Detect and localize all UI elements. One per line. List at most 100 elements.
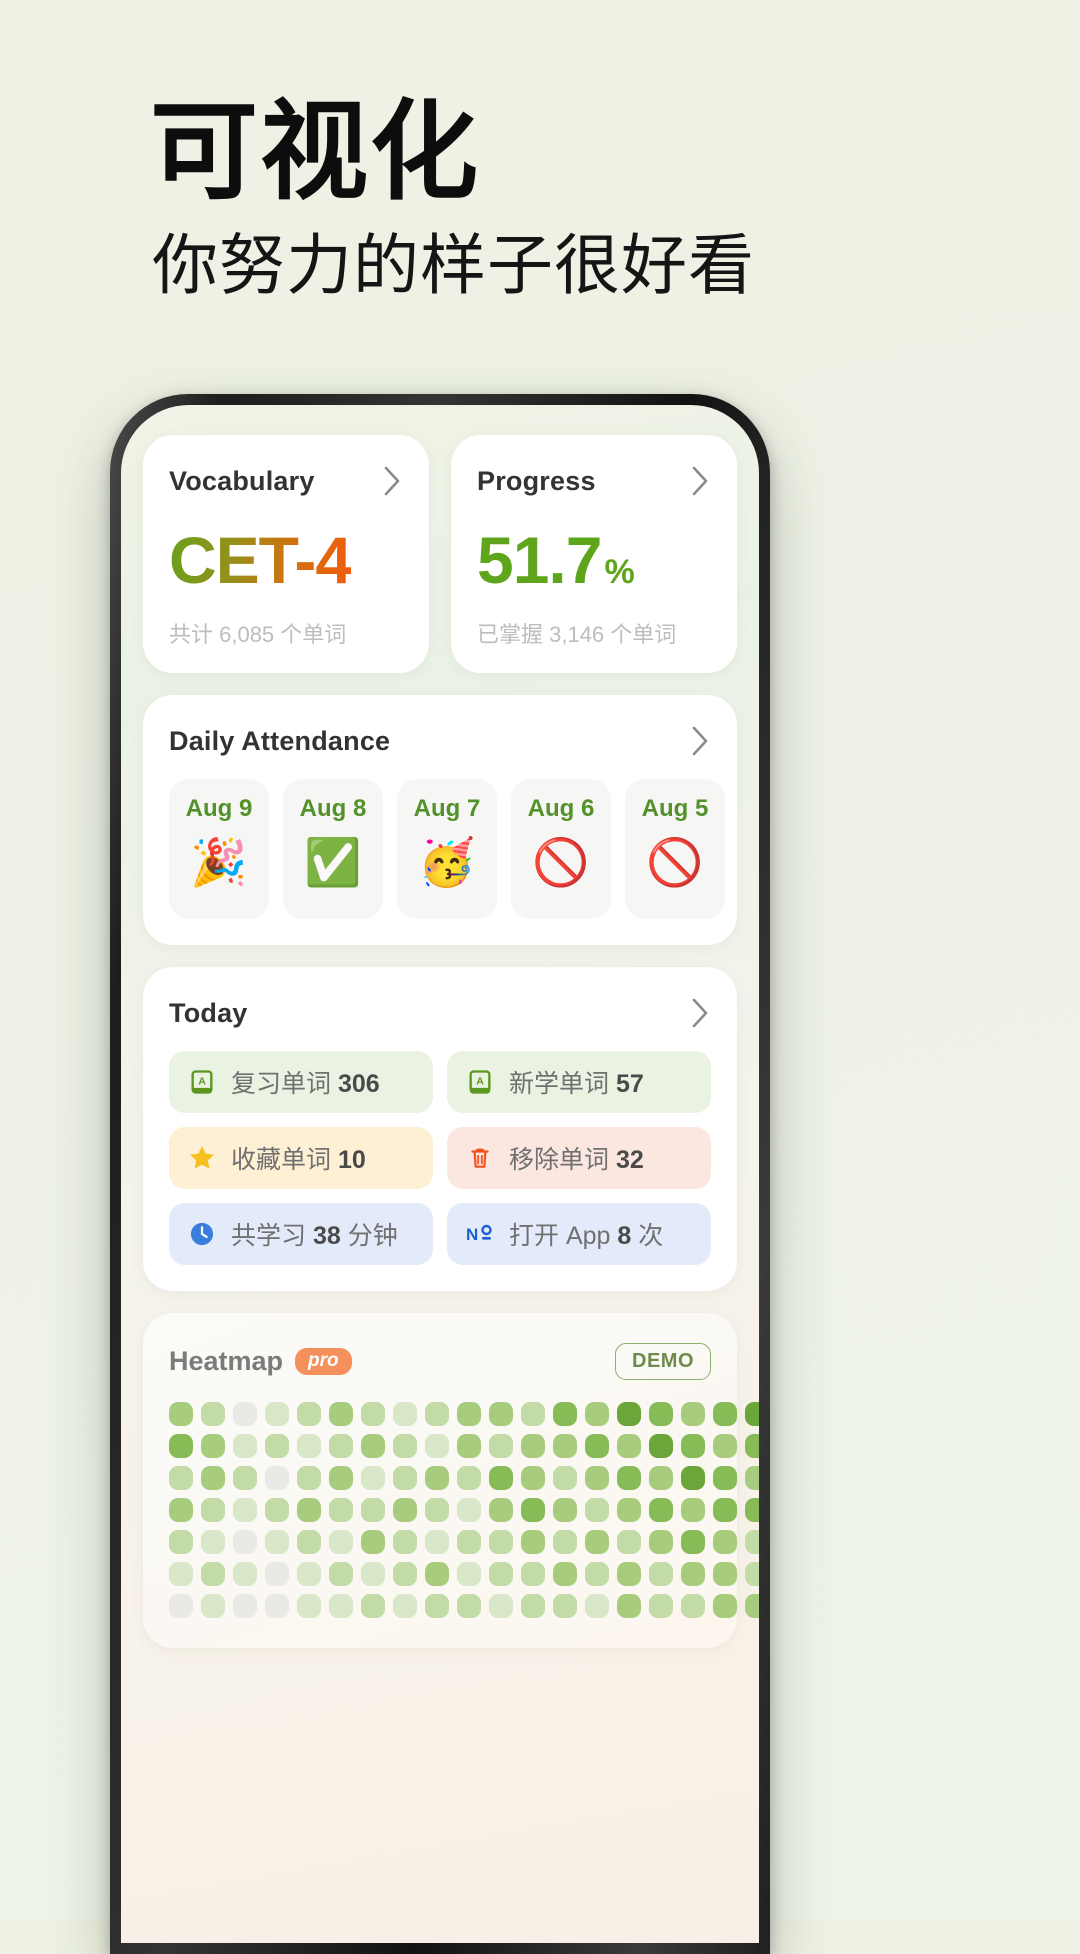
heatmap-cell: [617, 1530, 641, 1554]
heatmap-cell: [649, 1466, 673, 1490]
heatmap-column: [617, 1402, 641, 1618]
heatmap-grid: [169, 1402, 759, 1618]
heatmap-cell: [617, 1498, 641, 1522]
heatmap-cell: [297, 1530, 321, 1554]
vocabulary-card-header: Vocabulary: [169, 465, 403, 497]
daily-attendance-card[interactable]: Daily Attendance Aug 9 🎉 Aug 8 ✅ Aug 7 🥳 Aug 6…: [143, 695, 737, 945]
heatmap-cell: [233, 1594, 257, 1618]
heatmap-cell: [745, 1530, 759, 1554]
today-stat-chip[interactable]: A 复习单词 306: [169, 1051, 433, 1113]
heatmap-cell: [233, 1466, 257, 1490]
heatmap-cell: [265, 1594, 289, 1618]
heatmap-column: [713, 1402, 737, 1618]
heatmap-cell: [265, 1402, 289, 1426]
today-stat-chip[interactable]: 收藏单词 10: [169, 1127, 433, 1189]
heatmap-cell: [425, 1594, 449, 1618]
heatmap-cell: [553, 1530, 577, 1554]
heatmap-cell: [521, 1498, 545, 1522]
heatmap-column: [297, 1402, 321, 1618]
heatmap-cell: [553, 1434, 577, 1458]
heatmap-cell: [521, 1434, 545, 1458]
heatmap-card[interactable]: Heatmap pro DEMO: [143, 1313, 759, 1648]
heatmap-cell: [169, 1402, 193, 1426]
heatmap-cell: [585, 1562, 609, 1586]
heatmap-cell: [457, 1466, 481, 1490]
attendance-day-list: Aug 9 🎉 Aug 8 ✅ Aug 7 🥳 Aug 6 🚫 Aug 5 🚫: [169, 779, 725, 919]
today-stat-list: A 复习单词 306 A 新学单词 57 收藏单词 10 移除单词 32 共学习 38 分钟…: [169, 1051, 711, 1265]
heatmap-cell: [265, 1562, 289, 1586]
attendance-day-label: Aug 6: [527, 795, 595, 822]
today-stat-label: 移除单词 32: [509, 1146, 644, 1174]
heatmap-column: [169, 1402, 193, 1618]
today-stat-chip[interactable]: 共学习 38 分钟: [169, 1203, 433, 1265]
heatmap-cell: [297, 1498, 321, 1522]
demo-badge[interactable]: DEMO: [615, 1343, 711, 1380]
attendance-day[interactable]: Aug 7 🥳: [397, 779, 497, 919]
progress-percent-symbol: %: [604, 553, 634, 591]
heatmap-cell: [713, 1498, 737, 1522]
heatmap-cell: [585, 1402, 609, 1426]
heatmap-cell: [489, 1530, 513, 1554]
heatmap-cell: [745, 1594, 759, 1618]
heatmap-cell: [585, 1434, 609, 1458]
vocabulary-value: CET-4: [169, 527, 403, 593]
heatmap-cell: [553, 1562, 577, 1586]
chevron-right-icon[interactable]: [691, 725, 711, 757]
vocabulary-card[interactable]: Vocabulary CET-4 共计 6,085 个单词: [143, 435, 429, 673]
heatmap-cell: [521, 1562, 545, 1586]
heatmap-cell: [201, 1562, 225, 1586]
trash-icon: [465, 1143, 495, 1173]
phone-mockup: Vocabulary CET-4 共计 6,085 个单词 Progress 5…: [110, 394, 770, 1954]
today-stat-chip[interactable]: N 打开 App 8 次: [447, 1203, 711, 1265]
heatmap-cell: [265, 1466, 289, 1490]
heatmap-column: [553, 1402, 577, 1618]
heatmap-cell: [489, 1466, 513, 1490]
today-stat-chip[interactable]: A 新学单词 57: [447, 1051, 711, 1113]
partying-face-icon: 🥳: [418, 835, 476, 889]
today-stat-chip[interactable]: 移除单词 32: [447, 1127, 711, 1189]
today-card[interactable]: Today A 复习单词 306 A 新学单词 57 收藏单词 10 移除单词 32 共学习…: [143, 967, 737, 1291]
heatmap-cell: [585, 1498, 609, 1522]
today-header: Today: [169, 997, 711, 1029]
heatmap-cell: [617, 1594, 641, 1618]
heatmap-cell: [425, 1530, 449, 1554]
attendance-day-label: Aug 7: [413, 795, 481, 822]
heatmap-cell: [457, 1434, 481, 1458]
heatmap-cell: [265, 1434, 289, 1458]
chevron-right-icon[interactable]: [691, 465, 711, 497]
heatmap-cell: [521, 1466, 545, 1490]
pro-badge: pro: [295, 1347, 352, 1376]
vocabulary-card-title: Vocabulary: [169, 465, 315, 496]
heatmap-cell: [169, 1562, 193, 1586]
attendance-day[interactable]: Aug 8 ✅: [283, 779, 383, 919]
heatmap-cell: [425, 1402, 449, 1426]
today-stat-label: 打开 App 8 次: [509, 1222, 664, 1250]
heatmap-cell: [425, 1434, 449, 1458]
heatmap-cell: [393, 1466, 417, 1490]
heatmap-cell: [201, 1530, 225, 1554]
chevron-right-icon[interactable]: [691, 997, 711, 1029]
attendance-header: Daily Attendance: [169, 725, 711, 757]
heatmap-column: [745, 1402, 759, 1618]
check-badge-icon: ✅: [304, 835, 362, 889]
heatmap-cell: [713, 1402, 737, 1426]
chevron-right-icon[interactable]: [383, 465, 403, 497]
attendance-day[interactable]: Aug 9 🎉: [169, 779, 269, 919]
heatmap-cell: [713, 1434, 737, 1458]
heatmap-cell: [585, 1594, 609, 1618]
green-book-icon: A: [187, 1067, 217, 1097]
heatmap-column: [329, 1402, 353, 1618]
heatmap-cell: [489, 1434, 513, 1458]
heatmap-cell: [233, 1498, 257, 1522]
attendance-day[interactable]: Aug 5 🚫: [625, 779, 725, 919]
attendance-day-label: Aug 8: [299, 795, 367, 822]
progress-card[interactable]: Progress 51.7% 已掌握 3,146 个单词: [451, 435, 737, 673]
heatmap-cell: [169, 1594, 193, 1618]
heatmap-header: Heatmap pro DEMO: [169, 1343, 711, 1380]
heatmap-cell: [745, 1434, 759, 1458]
today-title: Today: [169, 997, 248, 1028]
attendance-day[interactable]: Aug 6 🚫: [511, 779, 611, 919]
heatmap-cell: [361, 1466, 385, 1490]
star-icon: [187, 1143, 217, 1173]
heatmap-cell: [393, 1434, 417, 1458]
